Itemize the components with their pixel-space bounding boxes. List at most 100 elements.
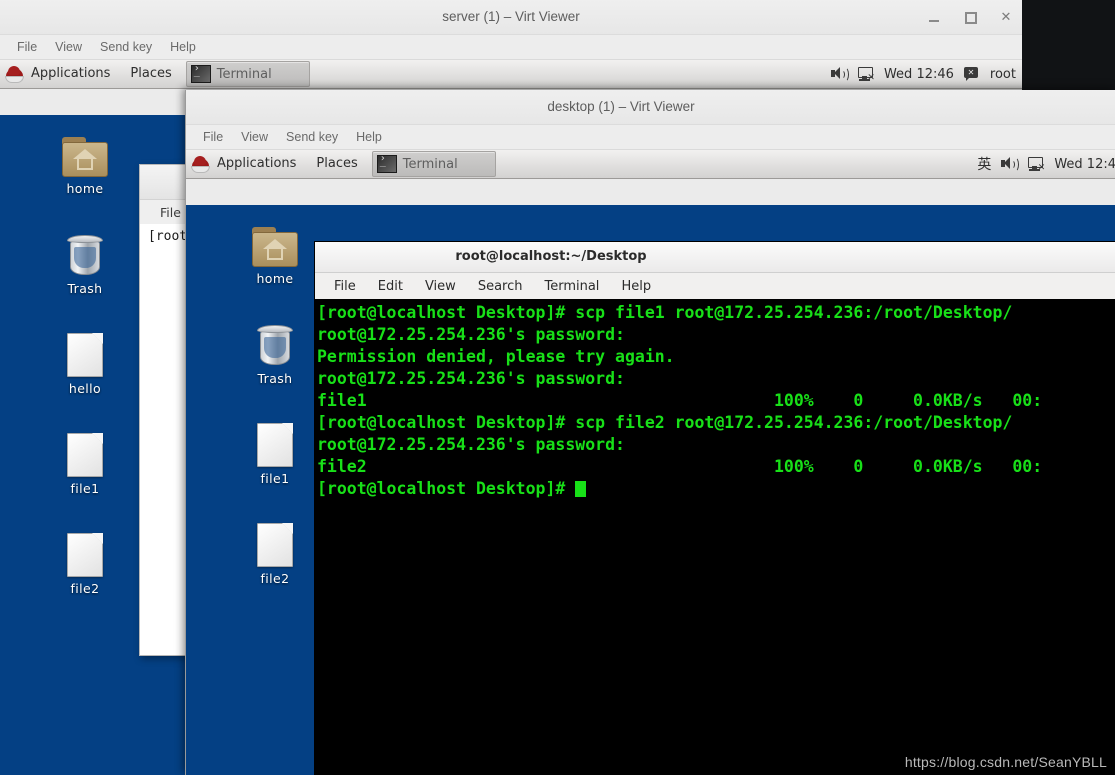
inner-panel-left: Applications Places Terminal [186, 150, 496, 178]
user-name[interactable]: root [990, 67, 1016, 82]
text-file-icon [42, 325, 128, 377]
desktop-icon-label: home [256, 271, 294, 286]
terminal-line: file1 100% 0 0.0KB/s 00: [317, 391, 1043, 410]
home-folder-icon [232, 215, 318, 267]
taskbar-button-label: Terminal [402, 156, 458, 172]
desktop-icon-trash[interactable]: Trash [42, 225, 128, 296]
outer-titlebar[interactable]: server (1) – Virt Viewer ✕ [0, 0, 1022, 35]
trash-icon [42, 225, 128, 277]
outer-menu-send-key[interactable]: Send key [91, 38, 161, 56]
screen-root: server (1) – Virt Viewer ✕ File View Sen… [0, 0, 1115, 775]
desktop-icon-file1[interactable]: file1 [232, 415, 318, 486]
desktop-icon-label: file1 [70, 481, 100, 496]
terminal-menu-terminal[interactable]: Terminal [533, 279, 610, 294]
outer-menu-view[interactable]: View [46, 38, 91, 56]
home-folder-icon [42, 125, 128, 177]
speaker-icon[interactable] [830, 65, 849, 83]
terminal-line: [root@localhost Desktop]# scp file1 root… [317, 303, 1013, 322]
desktop-icon-label: Trash [257, 371, 293, 386]
terminal-line: root@172.25.254.236's password: [317, 435, 625, 454]
desktop-icon-label: Trash [67, 281, 103, 296]
desktop-icon-file1[interactable]: file1 [42, 425, 128, 496]
inner-guest-desktop[interactable]: home Trash file1 file2 root@localhost:~/… [186, 205, 1115, 775]
outer-window-controls: ✕ [926, 0, 1014, 34]
desktop-icon-label: file2 [260, 571, 290, 586]
user-icon[interactable]: ✕ [963, 65, 981, 83]
desktop-icon-label: file1 [260, 471, 290, 486]
inner-menu-send-key[interactable]: Send key [277, 128, 347, 146]
network-disconnected-icon[interactable]: ✕ [1027, 155, 1045, 173]
outer-menu-help[interactable]: Help [161, 38, 205, 56]
close-icon[interactable]: ✕ [998, 9, 1014, 25]
desktop-icon-label: hello [68, 381, 102, 396]
text-file-icon [232, 515, 318, 567]
redhat-logo-icon [5, 65, 24, 83]
speaker-icon[interactable] [1000, 155, 1020, 173]
inner-panel-tray: 英 ✕ Wed 12:4 [977, 150, 1115, 178]
terminal-line: [root@localhost Desktop]# scp file2 root… [317, 413, 1013, 432]
maximize-icon[interactable] [962, 9, 978, 25]
terminal-menu-search[interactable]: Search [467, 279, 534, 294]
text-file-icon [232, 415, 318, 467]
desktop-backdrop [1022, 0, 1115, 90]
terminal-menu-view[interactable]: View [414, 279, 467, 294]
places-menu[interactable]: Places [306, 150, 367, 178]
trash-icon [232, 315, 318, 367]
inner-menu-file[interactable]: File [194, 128, 232, 146]
text-file-icon [42, 525, 128, 577]
desktop-icon-label: file2 [70, 581, 100, 596]
inner-menubar: File View Send key Help [186, 125, 1115, 150]
applications-menu[interactable]: Applications [21, 60, 120, 88]
watermark: https://blog.csdn.net/SeanYBLL [904, 754, 1107, 770]
inner-menu-view[interactable]: View [232, 128, 277, 146]
clock[interactable]: Wed 12:46 [884, 67, 954, 82]
desktop-icon-hello[interactable]: hello [42, 325, 128, 396]
outer-menubar: File View Send key Help [0, 35, 1022, 60]
inner-virt-viewer-window: desktop (1) – Virt Viewer File View Send… [185, 90, 1115, 775]
clock[interactable]: Wed 12:4 [1054, 157, 1115, 172]
taskbar-button-terminal[interactable]: Terminal [185, 61, 310, 87]
terminal-line: root@172.25.254.236's password: [317, 369, 625, 388]
background-terminal-text: [root [148, 229, 188, 244]
terminal-title: root@localhost:~/Desktop [455, 249, 647, 264]
redhat-logo-icon [191, 155, 210, 173]
desktop-icon-home[interactable]: home [42, 125, 128, 196]
applications-menu[interactable]: Applications [207, 150, 306, 178]
background-terminal-menu-file[interactable]: File [140, 205, 181, 220]
terminal-menubar: File Edit View Search Terminal Help [315, 273, 1115, 300]
minimize-icon[interactable] [926, 9, 942, 25]
terminal-menu-help[interactable]: Help [610, 279, 662, 294]
terminal-line: root@172.25.254.236's password: [317, 325, 625, 344]
inner-titlebar[interactable]: desktop (1) – Virt Viewer [186, 90, 1115, 125]
terminal-line: Permission denied, please try again. [317, 347, 675, 366]
desktop-icon-file2[interactable]: file2 [42, 525, 128, 596]
terminal-menu-edit[interactable]: Edit [367, 279, 414, 294]
desktop-icon-label: home [66, 181, 104, 196]
outer-menu-file[interactable]: File [8, 38, 46, 56]
terminal-window[interactable]: root@localhost:~/Desktop File Edit View … [314, 241, 1115, 775]
terminal-output[interactable]: [root@localhost Desktop]# scp file1 root… [315, 299, 1115, 775]
outer-panel-left: Applications Places Terminal [0, 60, 310, 88]
terminal-icon [376, 153, 397, 173]
outer-panel-tray: ✕ Wed 12:46 ✕ root [830, 60, 1022, 88]
taskbar-button-label: Terminal [216, 66, 272, 82]
inner-menu-help[interactable]: Help [347, 128, 391, 146]
terminal-cursor [575, 481, 587, 497]
terminal-prompt: [root@localhost Desktop]# [317, 479, 576, 498]
desktop-icon-file2[interactable]: file2 [232, 515, 318, 586]
desktop-icon-home[interactable]: home [232, 215, 318, 286]
terminal-titlebar[interactable]: root@localhost:~/Desktop [315, 242, 1115, 273]
ime-icon[interactable]: 英 [977, 154, 991, 174]
outer-window-title: server (1) – Virt Viewer [442, 9, 580, 24]
terminal-menu-file[interactable]: File [323, 279, 367, 294]
taskbar-button-terminal[interactable]: Terminal [371, 151, 496, 177]
places-menu[interactable]: Places [120, 60, 181, 88]
outer-guest-panel: Applications Places Terminal ✕ Wed 12:46… [0, 60, 1022, 89]
terminal-prompt-line: [root@localhost Desktop]# [317, 478, 1115, 500]
network-disconnected-icon[interactable]: ✕ [857, 65, 875, 83]
inner-guest-panel: Applications Places Terminal 英 ✕ Wed 12:… [186, 150, 1115, 179]
terminal-line: file2 100% 0 0.0KB/s 00: [317, 457, 1043, 476]
terminal-icon [190, 63, 211, 83]
inner-window-title: desktop (1) – Virt Viewer [547, 99, 695, 114]
desktop-icon-trash[interactable]: Trash [232, 315, 318, 386]
